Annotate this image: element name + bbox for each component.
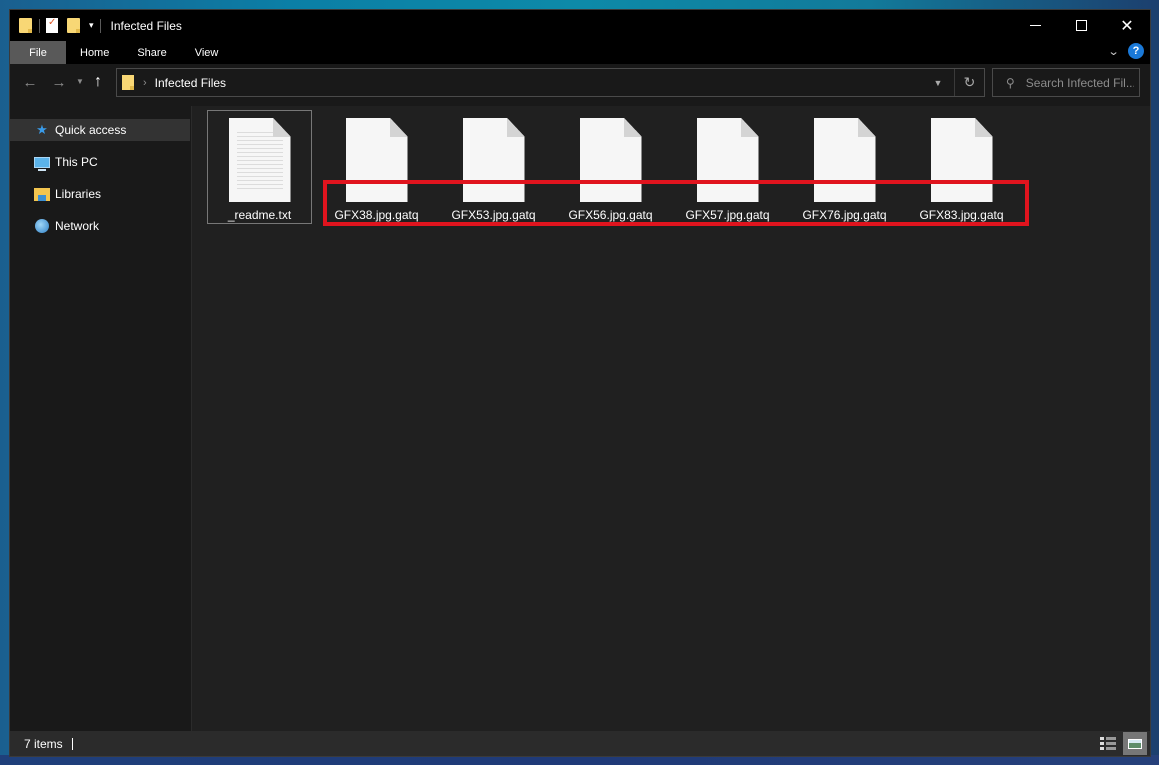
file-item[interactable]: GFX38.jpg.gatq: [324, 110, 429, 224]
blank-file-icon: [696, 118, 759, 202]
file-explorer-window: ▾ Infected Files ✕ File Home Share View …: [9, 9, 1151, 757]
blank-file-icon: [813, 118, 876, 202]
computer-icon: [33, 154, 51, 171]
folder-icon: [19, 18, 32, 33]
file-item[interactable]: GFX83.jpg.gatq: [909, 110, 1014, 224]
blank-file-icon: [462, 118, 525, 202]
blank-file-icon: [345, 118, 408, 202]
help-icon[interactable]: ?: [1128, 43, 1144, 59]
quick-access-toolbar: ▾: [10, 10, 107, 41]
network-icon: [33, 218, 51, 234]
file-name: GFX83.jpg.gatq: [919, 208, 1004, 222]
customize-dropdown-icon[interactable]: ▾: [89, 20, 94, 31]
toolbar-divider: [99, 18, 101, 33]
properties-icon[interactable]: [46, 17, 58, 33]
tab-home[interactable]: Home: [66, 41, 123, 64]
item-count: 7 items: [24, 736, 63, 751]
search-input[interactable]: [1025, 75, 1134, 90]
tab-share[interactable]: Share: [123, 41, 180, 64]
minimize-icon: [1029, 25, 1041, 26]
sidebar-item-label: Quick access: [55, 123, 127, 137]
sidebar-item-label: Network: [55, 219, 100, 233]
refresh-button[interactable]: ↻: [954, 69, 984, 96]
sidebar-item-network[interactable]: Network: [10, 215, 190, 237]
file-item[interactable]: GFX57.jpg.gatq: [675, 110, 780, 224]
up-button[interactable]: ↑: [94, 73, 102, 91]
sidebar-item-label: Libraries: [55, 187, 102, 201]
search-box[interactable]: ⚲: [992, 68, 1140, 97]
close-icon: ✕: [1120, 15, 1134, 35]
blank-file-icon: [930, 118, 993, 202]
file-item[interactable]: GFX56.jpg.gatq: [558, 110, 663, 224]
close-button[interactable]: ✕: [1104, 10, 1150, 41]
forward-button[interactable]: →: [50, 74, 68, 91]
minimize-button[interactable]: [1012, 10, 1058, 41]
expand-ribbon-icon[interactable]: ⌄: [1107, 45, 1119, 58]
toolbar-divider: [39, 18, 40, 33]
file-item[interactable]: GFX53.jpg.gatq: [441, 110, 546, 224]
new-folder-icon[interactable]: [67, 18, 80, 33]
file-name: GFX38.jpg.gatq: [334, 208, 419, 222]
file-item[interactable]: _readme.txt: [207, 110, 312, 224]
navigation-pane: ★ Quick access This PC Libraries Network: [10, 106, 192, 731]
address-bar[interactable]: › Infected Files ▼ ↻: [116, 68, 985, 97]
file-name: GFX53.jpg.gatq: [451, 208, 536, 222]
back-button[interactable]: ←: [21, 74, 39, 91]
window-title: Infected Files: [110, 18, 182, 33]
breadcrumb-separator[interactable]: ›: [143, 77, 147, 89]
window-controls: ✕: [1012, 10, 1150, 41]
details-view-button[interactable]: [1100, 737, 1116, 750]
file-name: _readme.txt: [227, 208, 292, 222]
maximize-button[interactable]: [1058, 10, 1104, 41]
star-icon: ★: [36, 122, 48, 137]
recent-locations-icon[interactable]: ▼: [76, 77, 84, 86]
text-file-icon: [228, 118, 291, 202]
sidebar-item-libraries[interactable]: Libraries: [10, 183, 190, 205]
ribbon-tabs: File Home Share View ⌄ ?: [10, 41, 1150, 64]
address-dropdown-icon[interactable]: ▼: [926, 69, 950, 96]
search-icon: ⚲: [1006, 75, 1015, 90]
large-icons-view-button[interactable]: [1123, 732, 1147, 755]
file-name: GFX57.jpg.gatq: [685, 208, 770, 222]
breadcrumb-infected-files[interactable]: Infected Files: [155, 76, 226, 90]
blank-file-icon: [579, 118, 642, 202]
file-item[interactable]: GFX76.jpg.gatq: [792, 110, 897, 224]
status-divider: [71, 737, 73, 750]
sidebar-item-label: This PC: [55, 155, 98, 169]
navigation-bar: ← → ▼ ↑ › Infected Files ▼ ↻ ⚲: [10, 64, 1150, 106]
file-list-pane: _readme.txt GFX38.jpg.gatq GFX53.jpg.gat…: [192, 106, 1150, 731]
tab-file[interactable]: File: [10, 41, 66, 64]
file-name: GFX76.jpg.gatq: [802, 208, 887, 222]
folder-icon: [122, 75, 134, 90]
content-area: ★ Quick access This PC Libraries Network…: [10, 106, 1150, 731]
ribbon-actions: ⌄ ?: [1107, 43, 1144, 59]
maximize-icon: [1075, 20, 1087, 31]
sidebar-item-this-pc[interactable]: This PC: [10, 151, 190, 173]
file-name: GFX56.jpg.gatq: [568, 208, 653, 222]
tab-view[interactable]: View: [181, 41, 233, 64]
title-bar: ▾ Infected Files ✕: [10, 10, 1150, 41]
sidebar-item-quick-access[interactable]: ★ Quick access: [10, 119, 190, 141]
large-icons-icon: [1128, 738, 1142, 749]
libraries-icon: [33, 186, 51, 202]
file-grid: _readme.txt GFX38.jpg.gatq GFX53.jpg.gat…: [207, 110, 1026, 224]
status-bar: 7 items: [10, 731, 1150, 756]
